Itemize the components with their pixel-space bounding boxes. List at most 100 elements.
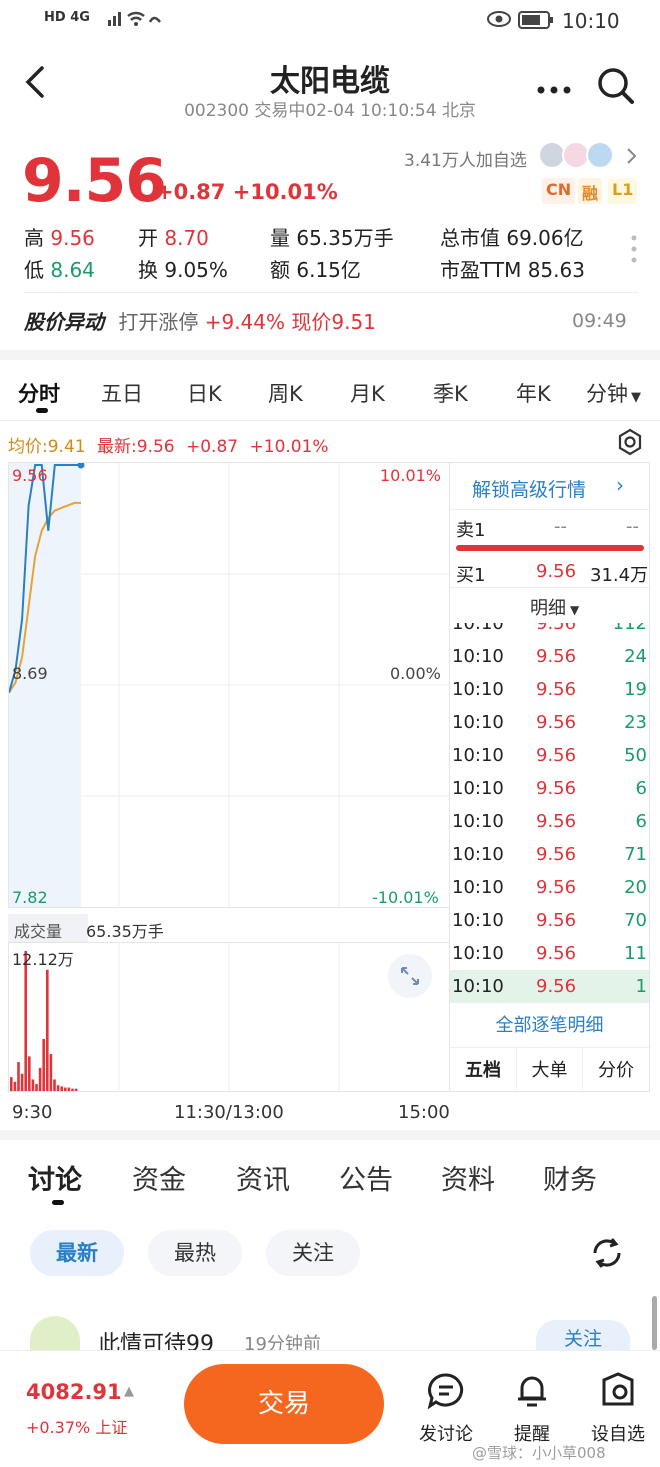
sell1-row: 卖1 -- -- <box>450 509 649 542</box>
legend-avg: 均价:9.41 <box>8 437 86 457</box>
detail-dropdown[interactable]: 明细 ▼ <box>530 594 579 620</box>
change-value: +0.87 <box>156 180 226 204</box>
legend-latest: 最新:9.56 <box>97 437 175 457</box>
trade-time: 10:10 <box>452 943 504 964</box>
tab-minute[interactable]: 分钟 ▼ <box>586 378 641 408</box>
stat-market-cap: 总市值 69.06亿 <box>440 226 584 250</box>
tab-underline <box>36 408 48 413</box>
tab-daily-k[interactable]: 日K <box>187 378 222 408</box>
trade-price: 9.56 <box>536 745 577 766</box>
follower-avatars[interactable] <box>538 140 618 174</box>
more-button[interactable] <box>536 80 572 99</box>
tab-price-distribution[interactable]: 分价 <box>583 1048 649 1093</box>
avatar[interactable] <box>30 1316 80 1350</box>
chevron-right-icon: › <box>616 473 624 497</box>
volume-bar <box>60 1086 63 1091</box>
legend-chg: +0.87 <box>186 437 239 457</box>
trade-list[interactable]: 10:10 9.56 112 10:10 9.56 24 10:10 9.56 19 10:10 9… <box>450 623 649 1005</box>
caret-down-icon: ▼ <box>631 390 641 405</box>
expand-stats-icon[interactable] <box>630 234 638 268</box>
gear-icon <box>618 428 642 456</box>
price-alert[interactable]: 股价异动 打开涨停 +9.44% 现价9.51 <box>24 306 376 335</box>
pct-label-top: 10.01% <box>380 466 442 485</box>
refresh-button[interactable] <box>588 1234 626 1276</box>
follow-button[interactable]: 关注 <box>536 1320 630 1350</box>
fullscreen-button[interactable] <box>388 954 432 998</box>
x-label-open: 9:30 <box>12 1102 53 1123</box>
trade-time: 10:10 <box>452 910 504 931</box>
tab-five-day[interactable]: 五日 <box>101 378 143 408</box>
index-change: +0.37% 上证 <box>26 1418 128 1437</box>
tab-yearly-k[interactable]: 年K <box>516 378 551 408</box>
index-value[interactable]: 4082.91 <box>26 1380 122 1404</box>
chip-following[interactable]: 关注 <box>266 1230 360 1276</box>
scrollbar[interactable] <box>652 1296 657 1350</box>
trade-volume: 23 <box>624 712 647 733</box>
tab-profile[interactable]: 资料 <box>441 1158 495 1197</box>
volume-bar <box>53 1079 56 1091</box>
caret-down-icon: ▼ <box>570 603 580 617</box>
expand-icon <box>401 967 419 985</box>
trade-volume: 6 <box>635 778 647 799</box>
trade-price: 9.56 <box>536 943 577 964</box>
volume-bar <box>10 1077 13 1091</box>
all-detail-link[interactable]: 全部逐笔明细 <box>450 1011 649 1037</box>
trade-time: 10:10 <box>452 745 504 766</box>
tag-l1[interactable]: L1 <box>608 178 638 204</box>
tab-news[interactable]: 资讯 <box>236 1158 290 1197</box>
trade-button[interactable]: 交易 <box>184 1364 384 1444</box>
volume-bar <box>46 969 49 1091</box>
volume-bar <box>38 1067 42 1091</box>
refresh-icon <box>593 1238 621 1268</box>
tab-intraday[interactable]: 分时 <box>18 378 60 408</box>
y-label-top: 9.56 <box>12 466 48 485</box>
tab-weekly-k[interactable]: 周K <box>268 378 303 408</box>
post-time: 19分钟前 <box>244 1334 321 1350</box>
search-button[interactable] <box>596 66 636 110</box>
y-label-mid: 8.69 <box>12 664 48 683</box>
chevron-right-icon[interactable] <box>626 146 638 170</box>
tab-monthly-k[interactable]: 月K <box>350 378 385 408</box>
order-book: 解锁高级行情 › 卖1 -- -- 买1 9.56 31.4万 明细 ▼ 10:1… <box>449 462 650 1093</box>
trade-time: 10:10 <box>452 646 504 667</box>
intraday-chart[interactable] <box>8 461 450 908</box>
chip-latest[interactable]: 最新 <box>30 1230 124 1276</box>
trade-volume: 50 <box>624 745 647 766</box>
trade-volume: 11 <box>624 943 647 964</box>
trade-row: 10:10 9.56 20 <box>450 871 649 904</box>
tab-five-level[interactable]: 五档 <box>450 1048 516 1093</box>
volume-total: 65.35万手 <box>86 922 164 941</box>
post-username[interactable]: 此情可待99 <box>98 1326 214 1350</box>
volume-chart[interactable] <box>8 942 450 1092</box>
chart-settings-button[interactable] <box>616 428 644 460</box>
discuss-icon <box>426 1372 466 1414</box>
tab-quarterly-k[interactable]: 季K <box>433 378 468 408</box>
tab-financials[interactable]: 财务 <box>543 1158 597 1197</box>
trade-row: 10:10 9.56 112 <box>450 623 649 640</box>
current-price: 9.56 <box>22 146 167 216</box>
volume-bar <box>17 1062 20 1091</box>
volume-max-label: 12.12万 <box>12 950 74 969</box>
unlock-advanced-button[interactable]: 解锁高级行情 › <box>450 463 649 509</box>
signal-icon <box>108 8 162 33</box>
tag-margin[interactable]: 融 <box>578 178 603 204</box>
tab-discussion[interactable]: 讨论 <box>28 1158 82 1197</box>
change-percent: +10.01% <box>232 180 338 204</box>
tab-underline <box>52 1200 64 1205</box>
content-tabs: 讨论 资金 资讯 公告 资料 财务 <box>0 1158 660 1198</box>
trade-price: 9.56 <box>536 844 577 865</box>
tab-funds[interactable]: 资金 <box>132 1158 186 1197</box>
stat-pe-ttm: 市盈TTM 85.63 <box>440 258 585 282</box>
bell-icon <box>512 1370 552 1414</box>
tab-large-orders[interactable]: 大单 <box>516 1048 583 1093</box>
battery-icon <box>518 11 554 34</box>
section-separator <box>0 350 660 360</box>
trade-row: 10:10 9.56 6 <box>450 772 649 805</box>
trade-row: 10:10 9.56 24 <box>450 640 649 673</box>
tab-announcements[interactable]: 公告 <box>339 1158 393 1197</box>
trade-row: 10:10 9.56 19 <box>450 673 649 706</box>
more-icon <box>537 86 571 94</box>
tag-cn[interactable]: CN <box>542 178 576 204</box>
chip-hottest[interactable]: 最热 <box>148 1230 242 1276</box>
trade-volume: 71 <box>624 844 647 865</box>
